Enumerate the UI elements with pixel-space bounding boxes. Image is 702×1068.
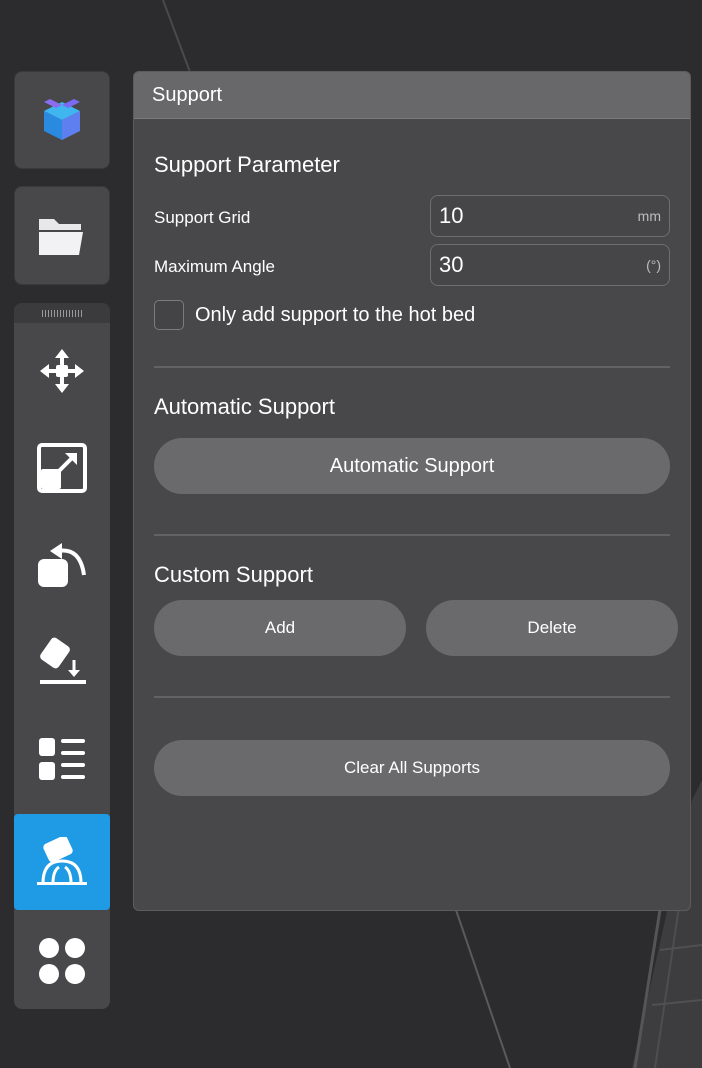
tool-list[interactable] (14, 711, 110, 807)
scale-icon (37, 443, 87, 493)
hotbed-only-checkbox[interactable] (154, 300, 184, 330)
support-panel: Support Support Parameter Support Grid 1… (133, 71, 691, 911)
grid-icon (39, 938, 85, 984)
rotate-icon (38, 543, 86, 587)
support-grid-label: Support Grid (154, 208, 251, 227)
support-grid-unit: mm (637, 208, 661, 224)
folder-icon (39, 218, 83, 255)
move-icon (40, 349, 84, 393)
section-divider (154, 366, 670, 368)
delete-support-button[interactable]: Delete (426, 600, 678, 656)
support-icon (37, 837, 87, 885)
section-divider (154, 696, 670, 698)
panel-header: Support (134, 72, 690, 119)
clear-all-supports-button[interactable]: Clear All Supports (154, 740, 670, 796)
maximum-angle-unit: (°) (646, 257, 661, 273)
maximum-angle-label: Maximum Angle (154, 257, 275, 276)
tool-support[interactable] (14, 814, 110, 910)
hotbed-only-label[interactable]: Only add support to the hot bed (195, 304, 475, 327)
add-support-button[interactable]: Add (154, 600, 406, 656)
app-logo-button[interactable] (14, 71, 110, 169)
tool-more[interactable] (14, 913, 110, 1009)
list-icon (39, 738, 85, 780)
maximum-angle-field[interactable]: 30 (°) (430, 244, 670, 286)
automatic-support-title: Automatic Support (154, 394, 335, 419)
section-divider (154, 534, 670, 536)
tool-group (14, 303, 110, 1009)
tool-move[interactable] (14, 323, 110, 419)
drag-grip[interactable] (14, 303, 110, 323)
tool-rotate[interactable] (14, 517, 110, 613)
support-grid-value[interactable]: 10 (439, 203, 463, 229)
support-parameter-title: Support Parameter (154, 152, 340, 177)
panel-title: Support (152, 83, 223, 106)
support-grid-field[interactable]: 10 mm (430, 195, 670, 237)
automatic-support-button[interactable]: Automatic Support (154, 438, 670, 494)
open-file-button[interactable] (14, 186, 110, 285)
maximum-angle-value[interactable]: 30 (439, 252, 463, 278)
lay-flat-icon (40, 637, 86, 684)
app-logo-icon (44, 99, 80, 140)
tool-lay-flat[interactable] (14, 614, 110, 710)
custom-support-title: Custom Support (154, 562, 313, 587)
tool-scale[interactable] (14, 420, 110, 516)
